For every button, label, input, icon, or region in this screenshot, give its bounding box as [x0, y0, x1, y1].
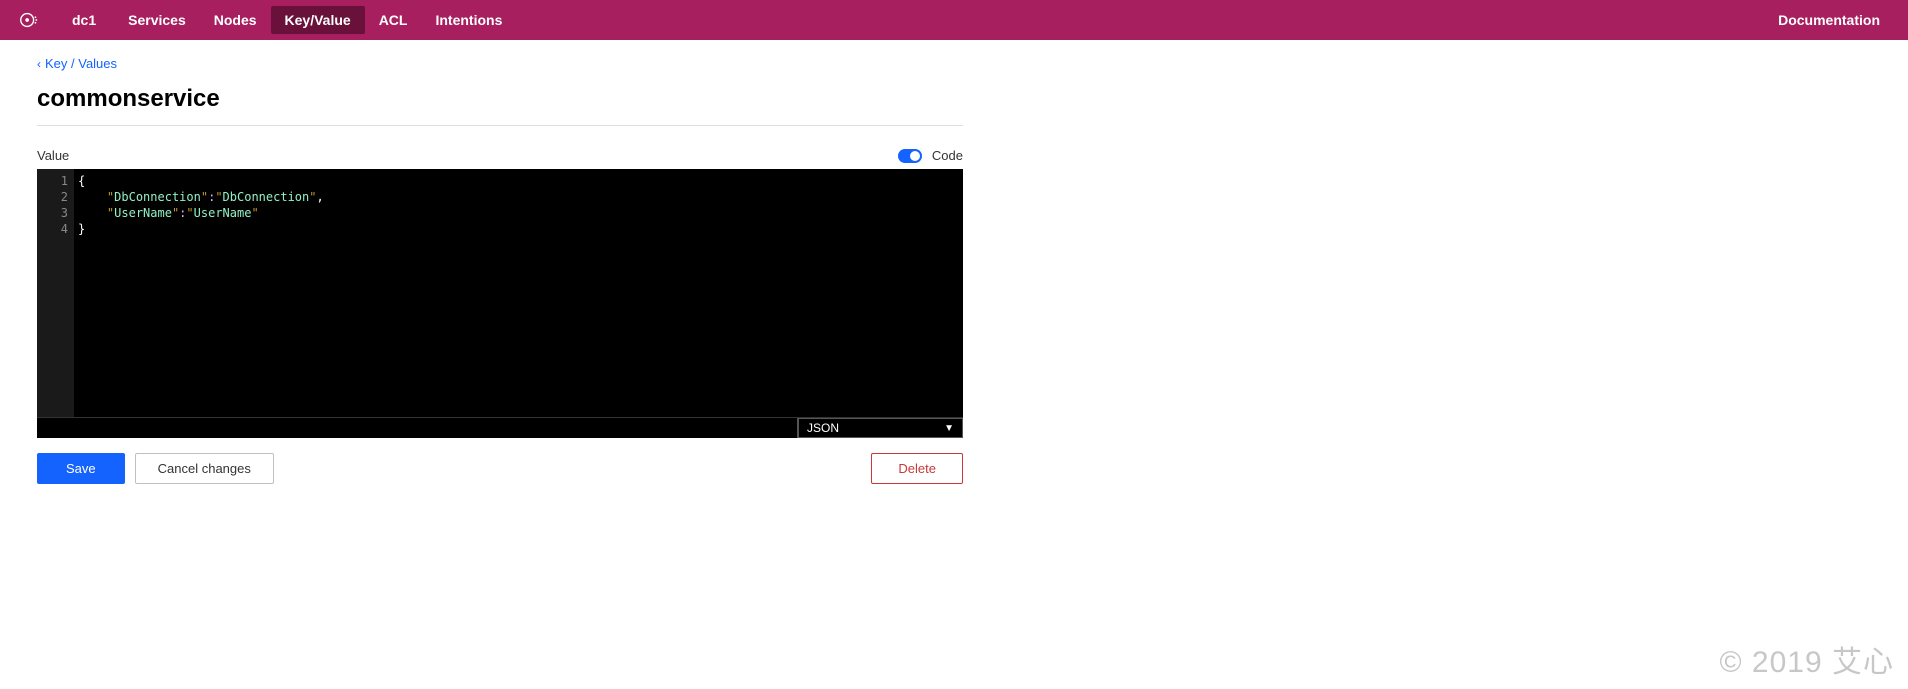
editor-footer-status	[37, 418, 798, 438]
watermark-text: © 2019 艾心	[1719, 637, 1894, 681]
documentation-link[interactable]: Documentation	[1778, 12, 1892, 28]
code-editor[interactable]: 1234 { "DbConnection":"DbConnection", "U…	[37, 169, 963, 417]
nav-item-acl[interactable]: ACL	[365, 6, 422, 34]
chevron-left-icon: ‹	[37, 57, 41, 71]
consul-logo-icon[interactable]	[16, 7, 42, 33]
cancel-changes-button[interactable]: Cancel changes	[135, 453, 274, 484]
breadcrumb-label: Key / Values	[45, 56, 117, 71]
nav-item-keyvalue[interactable]: Key/Value	[271, 6, 365, 34]
page-title: commonservice	[37, 85, 963, 126]
language-mode-label: JSON	[807, 421, 839, 435]
code-toggle-label: Code	[932, 148, 963, 163]
delete-button[interactable]: Delete	[871, 453, 963, 484]
breadcrumb[interactable]: ‹ Key / Values	[37, 56, 963, 71]
nav-item-services[interactable]: Services	[114, 6, 200, 34]
nav-item-nodes[interactable]: Nodes	[200, 6, 271, 34]
dropdown-arrow-icon: ▼	[944, 423, 954, 434]
code-mode-toggle[interactable]	[898, 149, 922, 163]
nav-item-intentions[interactable]: Intentions	[421, 6, 516, 34]
save-button[interactable]: Save	[37, 453, 125, 484]
value-field-label: Value	[37, 148, 69, 163]
code-content[interactable]: { "DbConnection":"DbConnection", "UserNa…	[74, 169, 963, 417]
line-number-gutter: 1234	[37, 169, 74, 417]
datacenter-selector[interactable]: dc1	[58, 6, 110, 34]
language-mode-selector[interactable]: JSON ▼	[798, 418, 963, 438]
top-navigation-bar: dc1 ServicesNodesKey/ValueACLIntentions …	[0, 0, 1908, 40]
editor-footer: JSON ▼	[37, 417, 963, 438]
